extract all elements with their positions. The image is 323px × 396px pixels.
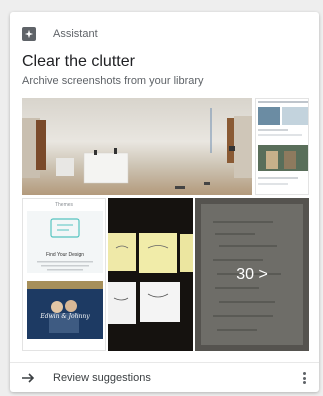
screenshot-grid: Themes Find Your Design Edwin & Johnny 3…: [22, 98, 309, 351]
assistant-sparkle-icon: [22, 27, 36, 41]
themes-tab-title: Themes: [54, 202, 74, 208]
sticky-notes-photo-thumbnail[interactable]: [108, 198, 193, 351]
web-page-screenshot-thumbnail[interactable]: [255, 98, 309, 195]
header-label: Assistant: [53, 28, 98, 40]
handwritten-page-thumbnail[interactable]: 30 >: [195, 198, 309, 351]
arrow-right-icon: [22, 372, 35, 383]
themes-app-screenshot-thumbnail[interactable]: Themes Find Your Design Edwin & Johnny: [22, 198, 106, 351]
review-suggestions-label: Review suggestions: [53, 371, 151, 384]
review-suggestions-bar[interactable]: Review suggestions: [10, 362, 319, 392]
assistant-card: Assistant Clear the clutter Archive scre…: [10, 12, 319, 392]
wedding-names: Edwin & Johnny: [40, 313, 90, 320]
panorama-room-thumbnail[interactable]: [22, 98, 252, 195]
card-subtitle: Archive screenshots from your library: [22, 75, 204, 87]
more-photos-count[interactable]: 30 >: [195, 198, 309, 351]
more-count-label: 30 >: [236, 265, 268, 283]
more-vert-icon[interactable]: [303, 372, 307, 384]
card-title: Clear the clutter: [22, 53, 135, 70]
card-header: Assistant: [22, 24, 98, 44]
